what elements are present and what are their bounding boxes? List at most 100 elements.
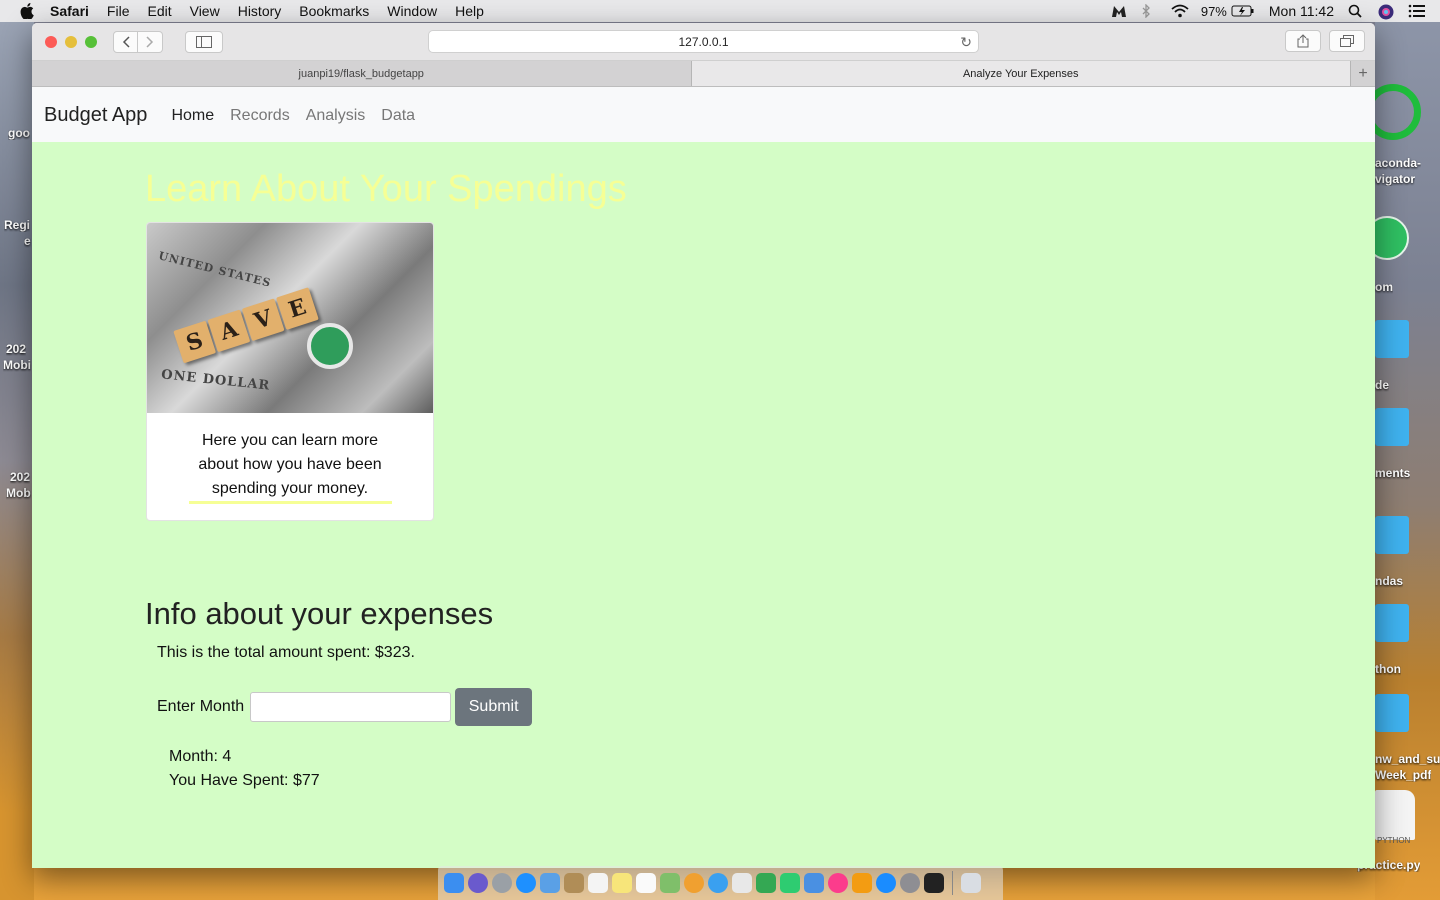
malwarebytes-icon[interactable] <box>1111 4 1127 18</box>
menu-help[interactable]: Help <box>455 3 484 19</box>
folder-icon[interactable] <box>1375 408 1409 446</box>
tab-bar: juanpi19/flask_budgetapp Analyze Your Ex… <box>32 61 1375 87</box>
card-underline <box>188 501 392 504</box>
tab-analyze-expenses[interactable]: Analyze Your Expenses <box>691 61 1351 86</box>
battery-icon[interactable] <box>1231 4 1255 18</box>
keynote-icon[interactable] <box>804 873 824 893</box>
new-tab-button[interactable]: + <box>1351 61 1375 86</box>
itunes-icon[interactable] <box>828 873 848 893</box>
desktop-label: vigator <box>1375 172 1416 186</box>
desktop-label: thon <box>1375 662 1401 676</box>
desktop-label: ndas <box>1375 574 1404 588</box>
wifi-icon[interactable] <box>1171 4 1189 18</box>
menu-history[interactable]: History <box>238 3 282 19</box>
close-window-button[interactable] <box>45 35 57 48</box>
messages-icon[interactable] <box>708 873 728 893</box>
contacts-icon[interactable] <box>564 873 584 893</box>
window-controls <box>45 35 105 48</box>
sidebar-icon <box>196 35 212 48</box>
dock-separator <box>952 871 953 895</box>
mail-icon[interactable] <box>540 873 560 893</box>
folder-icon[interactable] <box>1375 320 1409 358</box>
address-bar[interactable]: 127.0.0.1 ↻ <box>428 30 979 53</box>
hero-title: Learn About Your Spendings <box>145 168 627 210</box>
card-text: Here you can learn more about how you ha… <box>198 432 382 497</box>
tab-github[interactable]: juanpi19/flask_budgetapp <box>32 61 692 86</box>
nav-data[interactable]: Data <box>381 107 415 125</box>
notification-center-icon[interactable] <box>1408 4 1426 18</box>
desktop-label: de <box>1375 378 1390 392</box>
tab-overview-button[interactable] <box>1329 30 1365 52</box>
menu-view[interactable]: View <box>190 3 220 19</box>
chevron-right-icon <box>146 35 154 48</box>
month-input[interactable] <box>250 692 452 722</box>
save-money-image: UNITED STATES ONE DOLLAR S A V E <box>147 223 433 413</box>
desktop-label: 202 <box>10 470 31 484</box>
apple-menu-icon[interactable] <box>20 3 38 20</box>
siri-dock-icon[interactable] <box>468 873 488 893</box>
desktop-label: 202 <box>6 342 27 356</box>
forward-button[interactable] <box>138 30 163 53</box>
month-form: Enter Month Submit <box>157 688 533 726</box>
sidebar-toggle-button[interactable] <box>185 30 223 53</box>
menu-edit[interactable]: Edit <box>147 3 171 19</box>
total-spent-text: This is the total amount spent: $323. <box>157 644 415 661</box>
finder-icon[interactable] <box>444 873 464 893</box>
tabs-icon <box>1340 35 1354 47</box>
menu-app-name[interactable]: Safari <box>50 3 89 19</box>
notes-icon[interactable] <box>612 873 632 893</box>
minimize-window-button[interactable] <box>65 35 77 48</box>
menu-file[interactable]: File <box>107 3 130 19</box>
reminders-icon[interactable] <box>636 873 656 893</box>
facetime-icon[interactable] <box>780 873 800 893</box>
address-text: 127.0.0.1 <box>678 34 729 49</box>
submit-button[interactable]: Submit <box>455 688 533 726</box>
safari-icon[interactable] <box>516 873 536 893</box>
desktop-label: Week_pdf <box>1375 768 1432 782</box>
desktop-label: e <box>24 234 31 248</box>
siri-icon[interactable] <box>1378 4 1394 20</box>
nav-analysis[interactable]: Analysis <box>306 107 366 125</box>
menu-bookmarks[interactable]: Bookmarks <box>299 3 369 19</box>
folder-icon[interactable] <box>1375 516 1409 554</box>
history-navigation <box>113 30 163 53</box>
python-file-icon[interactable]: PYTHON <box>1375 790 1415 845</box>
desktop-left-edge: goo Regi e 202 Mobi 202 Mob <box>0 22 34 900</box>
numbers-icon[interactable] <box>756 873 776 893</box>
result-spent: You Have Spent: $77 <box>169 772 320 789</box>
folder-icon[interactable] <box>1375 604 1409 642</box>
maps-icon[interactable] <box>660 873 680 893</box>
textedit-icon[interactable] <box>732 873 752 893</box>
menu-window[interactable]: Window <box>387 3 437 19</box>
info-card: UNITED STATES ONE DOLLAR S A V E Here yo… <box>146 222 434 521</box>
back-button[interactable] <box>113 30 138 53</box>
app-store-icon[interactable] <box>876 873 896 893</box>
site-navbar: Budget App Home Records Analysis Data <box>32 87 1375 144</box>
brand-link[interactable]: Budget App <box>44 104 147 127</box>
scrabble-tiles: S A V E <box>173 287 320 364</box>
reload-icon[interactable]: ↻ <box>960 34 972 51</box>
desktop-label: nw_and_su <box>1375 752 1440 766</box>
launchpad-icon[interactable] <box>492 873 512 893</box>
desktop-label: ments <box>1375 466 1411 480</box>
bluetooth-icon[interactable] <box>1141 3 1157 19</box>
chevron-left-icon <box>122 35 130 48</box>
system-preferences-icon[interactable] <box>900 873 920 893</box>
nav-home[interactable]: Home <box>171 107 214 125</box>
spotlight-search-icon[interactable] <box>1348 4 1364 18</box>
clock[interactable]: Mon 11:42 <box>1269 3 1334 19</box>
share-button[interactable] <box>1285 30 1321 52</box>
folder-icon[interactable] <box>1375 694 1409 732</box>
zoom-window-button[interactable] <box>85 35 97 48</box>
trash-icon[interactable] <box>961 873 981 893</box>
nav-records[interactable]: Records <box>230 107 290 125</box>
desktop-label: aconda- <box>1375 156 1422 170</box>
desktop-label: Mobi <box>3 358 31 372</box>
python-file-badge: PYTHON <box>1377 836 1411 845</box>
calendar-icon[interactable] <box>588 873 608 893</box>
terminal-icon[interactable] <box>924 873 944 893</box>
ibooks-icon[interactable] <box>852 873 872 893</box>
result-month: Month: 4 <box>169 748 232 765</box>
share-icon <box>1297 34 1309 48</box>
photos-icon[interactable] <box>684 873 704 893</box>
